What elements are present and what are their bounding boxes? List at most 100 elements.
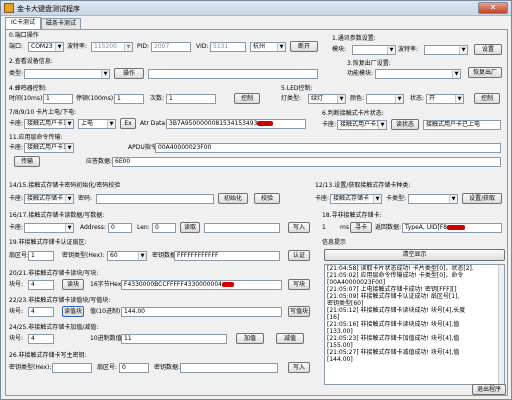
write-master-key-button[interactable]: 写入 <box>288 362 310 373</box>
led-color-select[interactable]: ▼ <box>366 94 404 104</box>
buzzer-interval-input[interactable]: 1 <box>114 94 144 104</box>
device-info-button[interactable]: 操作 <box>114 68 144 79</box>
ic-card-panel: 0.端口操作 端口: COM23 ▼ 波特率: 115200 ▼ PID: 2007… <box>5 29 508 396</box>
mem-type-select[interactable]: ▼ <box>408 194 458 204</box>
vid-input[interactable]: 5131 <box>210 42 246 52</box>
mem-pwd-input[interactable] <box>96 194 214 204</box>
chevron-down-icon: ▼ <box>124 43 132 51</box>
incdec-dec-input[interactable]: 11 <box>121 334 227 344</box>
status-card-select[interactable]: 接触式用户卡1 ▼ <box>337 120 387 130</box>
mem-addr-input[interactable]: 0 <box>108 223 132 233</box>
apdu-card-select[interactable]: 接触式用户卡1 ▼ <box>24 143 74 153</box>
mem-rw-card-select[interactable]: ▼ <box>24 223 74 233</box>
chevron-down-icon: ▼ <box>277 43 285 51</box>
chevron-down-icon: ▼ <box>65 195 73 203</box>
mem-init-button[interactable]: 初始化 <box>218 193 248 204</box>
tab-magnetic-card[interactable]: 磁条卡测试 <box>41 18 81 29</box>
mem-verify-title: 14/15.接触式存储卡密码初始化/密码校验 <box>9 182 121 189</box>
power-card-select[interactable]: 接触式用户卡1 ▼ <box>24 119 74 129</box>
port-select[interactable]: COM23 ▼ <box>28 42 64 52</box>
apdu-transmit-button[interactable]: 传输 <box>14 156 40 167</box>
city-select[interactable]: 杭州 ▼ <box>250 42 286 52</box>
apdu-cmd-input[interactable]: 00A40000023F00 <box>155 143 501 153</box>
auth-sector-input[interactable]: 1 <box>28 251 54 261</box>
mem-write-button[interactable]: 写入 <box>288 222 310 233</box>
write-block-button[interactable]: 写块 <box>288 279 310 290</box>
mem-data-input[interactable] <box>204 223 280 233</box>
wallet-dec-input[interactable]: 144.00 <box>121 307 282 317</box>
power-card-label: 卡座: <box>9 120 24 127</box>
status-section-title: 6.判断接触式卡片状态: <box>322 110 384 117</box>
auth-sector-label: 扇区号: <box>9 252 30 259</box>
chevron-down-icon: ▼ <box>387 46 395 54</box>
tab-ic-card[interactable]: IC卡测试 <box>5 17 41 29</box>
power-execute-button[interactable]: Ex <box>120 118 136 129</box>
block-rw-input[interactable]: 4 <box>28 280 54 290</box>
power-op-select[interactable]: 上电 ▼ <box>78 119 116 129</box>
comm-baud-select[interactable]: ▼ <box>424 45 468 55</box>
disconnect-button[interactable]: 断开 <box>290 41 318 52</box>
mem-len-input[interactable]: 0 <box>152 223 176 233</box>
mem-verify-button[interactable]: 校验 <box>254 193 280 204</box>
chevron-down-icon: ▼ <box>459 46 467 54</box>
buzzer-count-input[interactable]: 1 <box>166 94 216 104</box>
read-value-button[interactable]: 读值块 <box>62 306 84 317</box>
chevron-down-icon: ▼ <box>101 70 109 78</box>
atr-label: Atr Data: <box>140 120 168 127</box>
mem-read-button[interactable]: 读取 <box>180 222 200 233</box>
incdec-block-input[interactable]: 4 <box>28 334 54 344</box>
redaction-mark <box>257 121 274 126</box>
baud-select[interactable]: 115200 ▼ <box>91 42 133 52</box>
mem-select-card-select[interactable]: 接触式存储卡 ▼ <box>330 194 382 204</box>
close-window-button[interactable]: ✕ <box>478 2 508 14</box>
restore-func-select[interactable]: ▼ <box>375 69 461 79</box>
chevron-down-icon: ▼ <box>455 95 463 103</box>
exit-button[interactable]: 退出程序 <box>472 384 506 395</box>
log-output[interactable]: [21:04:58] 读取卡片状态成功! 卡片类型[0]，状态[2]. [21:… <box>324 264 505 385</box>
master-key-data-input[interactable] <box>180 363 278 373</box>
device-info-output <box>148 69 318 79</box>
restore-button[interactable]: 恢复出厂 <box>468 67 502 78</box>
mem-select-title: 12/13.设置/获取接触式存储卡种类: <box>315 182 411 189</box>
restore-func-label: 功能模块: <box>347 70 374 77</box>
restore-section-title: 3.恢复出厂设置: <box>347 60 391 67</box>
rf-search-button[interactable]: 寻卡 <box>350 222 372 233</box>
log-line: [16] <box>327 314 340 321</box>
buzzer-interval-label: 停顿(100ms): <box>76 95 116 102</box>
buzzer-time-input[interactable]: 1 <box>43 94 73 104</box>
led-state-select[interactable]: 开 ▼ <box>426 94 464 104</box>
auth-section-title: 19.非接触式存储卡认证扇区: <box>9 239 87 246</box>
led-type-select[interactable]: 绿灯 ▼ <box>308 94 346 104</box>
auth-button[interactable]: 认证 <box>288 250 310 261</box>
auth-key-input[interactable]: FFFFFFFFFFFF <box>174 251 280 261</box>
clear-log-button[interactable]: 清空显示 <box>324 249 505 261</box>
comm-module-select[interactable]: ▼ <box>352 45 396 55</box>
master-key-sector-input[interactable]: 0 <box>119 363 149 373</box>
pid-input[interactable]: 2007 <box>151 42 191 52</box>
mem-verify-card-select[interactable]: 接触式存储卡 ▼ <box>24 194 74 204</box>
led-state-label: 状态: <box>410 95 425 102</box>
write-value-button[interactable]: 写值块 <box>288 306 310 317</box>
read-block-button[interactable]: 读块 <box>62 279 84 290</box>
window-title: 金卡大键盘测试程序 <box>17 5 80 13</box>
mem-verify-card-label: 卡座: <box>9 195 24 202</box>
wallet-block-input[interactable]: 4 <box>28 307 54 317</box>
led-control-button[interactable]: 控制 <box>474 93 500 104</box>
device-type-select[interactable]: ▼ <box>24 69 110 79</box>
master-key-type-input[interactable] <box>52 363 92 373</box>
title-bar: 金卡大键盘测试程序 ✕ <box>1 1 511 16</box>
auth-type-select[interactable]: 60 ▼ <box>107 251 147 261</box>
read-status-button[interactable]: 读状态 <box>391 119 419 130</box>
decrease-button[interactable]: 减值 <box>276 333 304 344</box>
chevron-down-icon: ▼ <box>65 224 73 232</box>
buzzer-control-button[interactable]: 控制 <box>234 93 260 104</box>
block-hex-input[interactable]: F4330000BCCFFFFF4330000004 <box>121 280 282 290</box>
log-title: 信息提示 <box>322 239 347 246</box>
log-line: [21:05:27] 非接触式存储卡减值成功! 块号[4],值 <box>327 349 460 356</box>
increase-button[interactable]: 加值 <box>236 333 264 344</box>
log-line: [21:05:07] 上电接触式存储卡成功! 密钥[FFF][] <box>327 286 457 293</box>
comm-set-button[interactable]: 设置 <box>474 44 502 55</box>
log-scrollbar[interactable] <box>498 265 504 384</box>
incdec-block-label: 块号: <box>9 335 24 342</box>
mem-type-button[interactable]: 设置/获取 <box>462 193 502 204</box>
